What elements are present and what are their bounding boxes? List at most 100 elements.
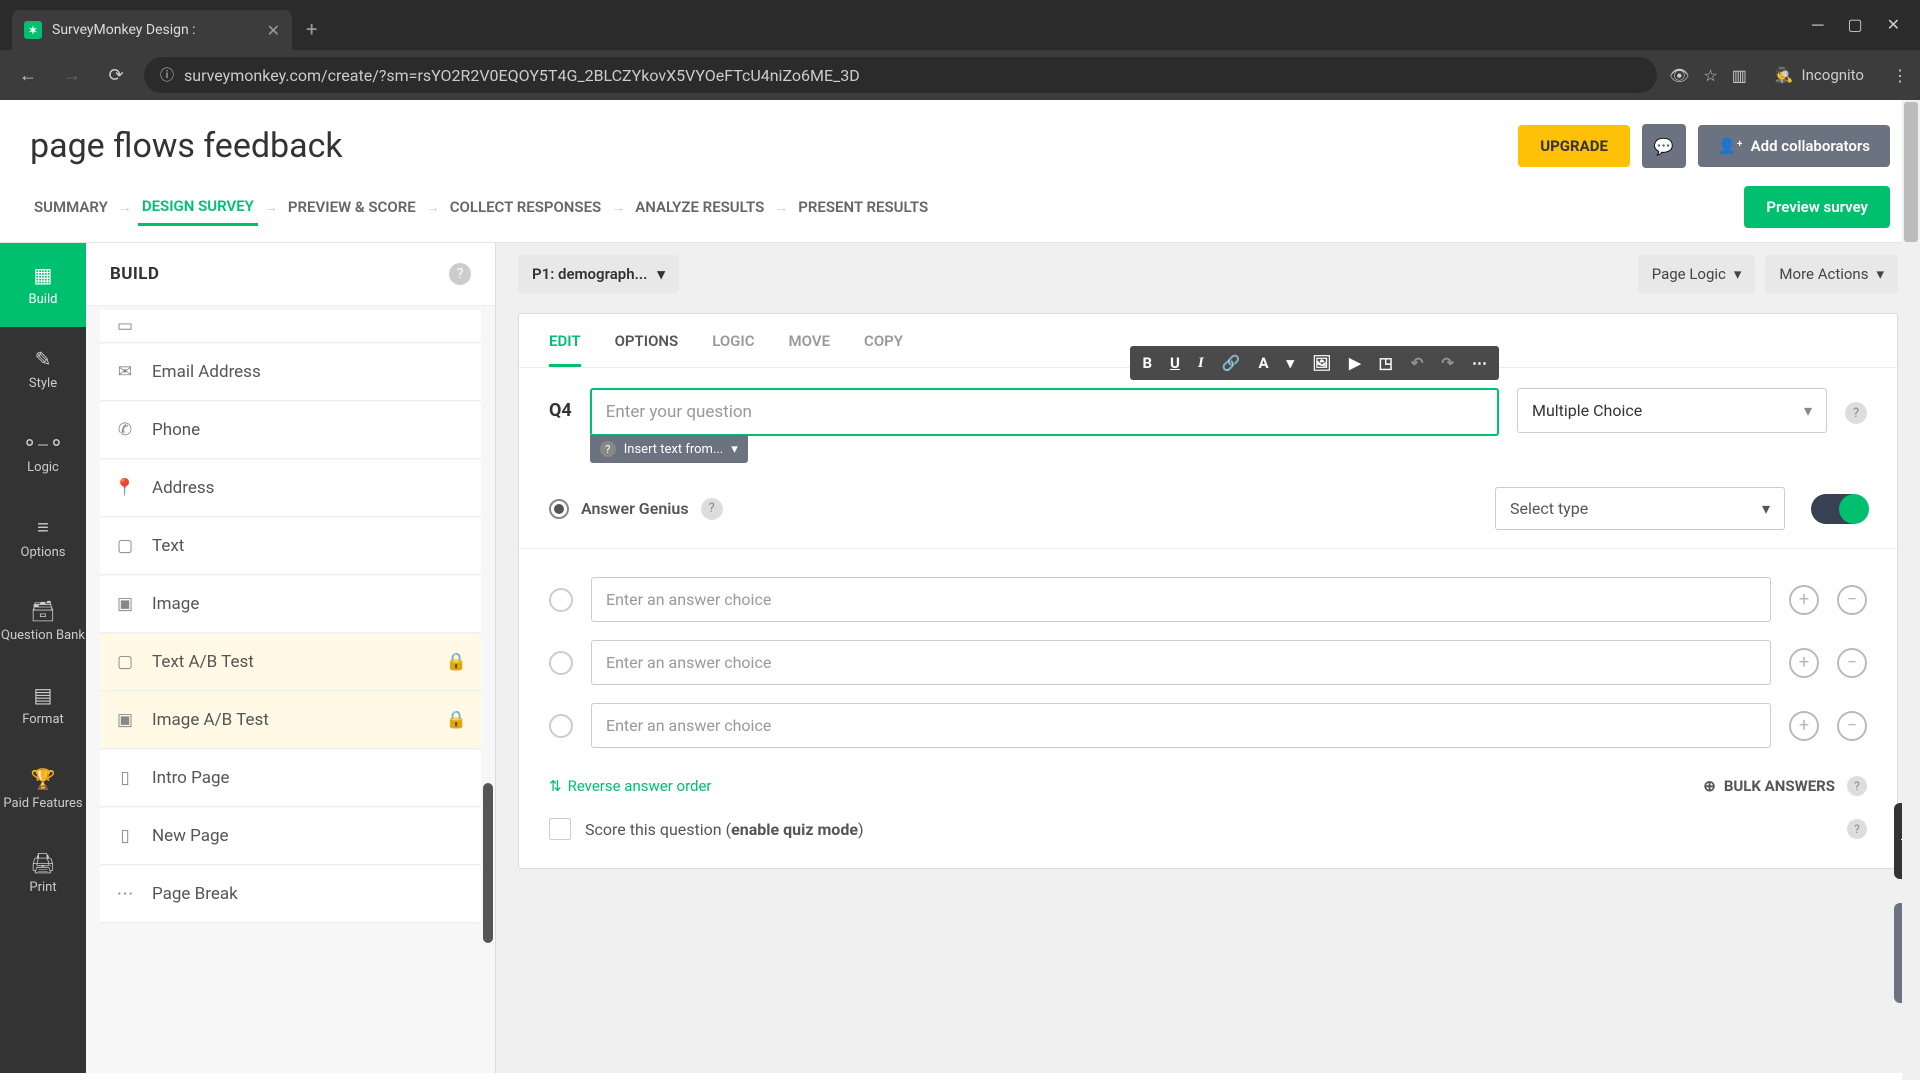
add-answer-button[interactable]: + (1789, 711, 1819, 741)
reverse-answer-order-link[interactable]: ⇅ Reverse answer order (549, 777, 712, 795)
redo-icon[interactable]: ↷ (1437, 352, 1458, 374)
help-icon[interactable]: ? (1847, 819, 1867, 839)
rail-logic[interactable]: ⚬⎯⚬ Logic (0, 411, 86, 495)
tab-edit[interactable]: EDIT (549, 332, 581, 367)
help-icon[interactable]: ? (701, 498, 723, 520)
crumb-analyze-results[interactable]: ANALYZE RESULTS (631, 190, 768, 224)
help-icon[interactable]: ? (1847, 776, 1867, 796)
question-text-input[interactable]: Enter your question (590, 388, 1499, 436)
build-item-page-break[interactable]: ⋯ Page Break (100, 866, 481, 923)
rail-format[interactable]: ▤ Format (0, 663, 86, 747)
browser-menu-icon[interactable]: ⋮ (1892, 66, 1908, 85)
answer-input[interactable]: Enter an answer choice (591, 577, 1771, 622)
crumb-preview-score[interactable]: PREVIEW & SCORE (284, 190, 420, 224)
reload-button[interactable]: ⟳ (100, 59, 132, 91)
rail-paid-features[interactable]: 🏆 Paid Features (0, 747, 86, 831)
more-actions-dropdown[interactable]: More Actions ▾ (1765, 255, 1898, 293)
tab-close-icon[interactable]: ✕ (267, 21, 280, 40)
page-scrollbar[interactable] (1902, 100, 1920, 1080)
build-item-intro-page[interactable]: ▯ Intro Page (100, 750, 481, 807)
answer-genius-radio[interactable] (549, 499, 569, 519)
rail-question-bank[interactable]: 🗃 Question Bank (0, 579, 86, 663)
panel-scrollbar-thumb[interactable] (483, 783, 493, 943)
browser-tab[interactable]: ✶ SurveyMonkey Design : ✕ (12, 10, 292, 50)
page-scroll-thumb[interactable] (1904, 102, 1918, 242)
minimize-icon[interactable]: ─ (1812, 15, 1823, 35)
score-checkbox[interactable] (549, 818, 571, 840)
build-item-email[interactable]: ✉ Email Address (100, 344, 481, 401)
lock-icon: 🔒 (446, 710, 467, 730)
incognito-badge[interactable]: 🕵 Incognito (1761, 60, 1878, 90)
embed-icon[interactable]: ◳ (1375, 352, 1397, 374)
more-icon[interactable]: ⋯ (1468, 352, 1491, 374)
font-icon[interactable]: A (1254, 352, 1272, 374)
answers-footer: ⇅ Reverse answer order ⊕ BULK ANSWERS ? (549, 766, 1867, 796)
plus-circle-icon: ⊕ (1703, 777, 1716, 795)
bulk-answers-button[interactable]: ⊕ BULK ANSWERS (1703, 777, 1835, 795)
build-item-phone[interactable]: ✆ Phone (100, 402, 481, 459)
remove-answer-button[interactable]: − (1837, 711, 1867, 741)
chevron-down-icon: ▾ (1734, 265, 1742, 283)
crumb-present-results[interactable]: PRESENT RESULTS (794, 190, 932, 224)
crumb-collect-responses[interactable]: COLLECT RESPONSES (446, 190, 606, 224)
italic-icon[interactable]: I (1194, 353, 1208, 374)
chat-button[interactable]: 💬 (1642, 124, 1686, 168)
preview-survey-button[interactable]: Preview survey (1744, 186, 1890, 228)
browser-tab-strip: ✶ SurveyMonkey Design : ✕ + ─ ▢ ✕ (0, 0, 1920, 50)
eye-off-icon[interactable]: 👁 (1669, 66, 1689, 85)
link-icon[interactable]: 🔗 (1218, 352, 1245, 374)
help-icon[interactable]: ? (1845, 402, 1867, 424)
survey-title[interactable]: page flows feedback (30, 126, 343, 166)
crumb-design-survey[interactable]: DESIGN SURVEY (138, 189, 258, 226)
question-type-select[interactable]: Multiple Choice ▾ (1517, 388, 1827, 433)
maximize-icon[interactable]: ▢ (1847, 15, 1862, 35)
answer-input[interactable]: Enter an answer choice (591, 703, 1771, 748)
rail-build[interactable]: ▦ Build (0, 243, 86, 327)
pin-icon: 📍 (114, 478, 136, 498)
tab-copy[interactable]: COPY (864, 332, 903, 367)
tab-logic[interactable]: LOGIC (712, 332, 754, 367)
bold-icon[interactable]: B (1138, 352, 1156, 374)
close-window-icon[interactable]: ✕ (1887, 15, 1900, 35)
build-item-text-ab-test[interactable]: ▢ Text A/B Test 🔒 (100, 634, 481, 691)
url-input[interactable]: ⓘ surveymonkey.com/create/?sm=rsYO2R2V0E… (144, 57, 1657, 93)
rail-style[interactable]: ✎ Style (0, 327, 86, 411)
build-item-partial[interactable]: ▭ (100, 310, 481, 343)
page-logic-dropdown[interactable]: Page Logic ▾ (1638, 255, 1756, 293)
add-answer-button[interactable]: + (1789, 585, 1819, 615)
build-item-new-page[interactable]: ▯ New Page (100, 808, 481, 865)
add-answer-button[interactable]: + (1789, 648, 1819, 678)
incognito-icon: 🕵 (1775, 66, 1794, 84)
page-selector[interactable]: P1: demograph... ▾ (518, 255, 679, 293)
image-icon[interactable]: 🖼 (1308, 352, 1335, 374)
bookmark-star-icon[interactable]: ☆ (1703, 66, 1717, 85)
build-item-image-ab-test[interactable]: ▣ Image A/B Test 🔒 (100, 692, 481, 749)
crumb-summary[interactable]: SUMMARY (30, 190, 112, 224)
upgrade-button[interactable]: UPGRADE (1518, 125, 1630, 167)
forward-button[interactable]: → (56, 59, 88, 91)
new-tab-button[interactable]: + (306, 17, 317, 41)
answer-genius-toggle[interactable] (1811, 494, 1867, 524)
genius-type-select[interactable]: Select type ▾ (1495, 487, 1785, 530)
add-collaborators-button[interactable]: 👤⁺ Add collaborators (1698, 125, 1890, 167)
field-icon: ▭ (114, 316, 136, 336)
build-item-text[interactable]: ▢ Text (100, 518, 481, 575)
remove-answer-button[interactable]: − (1837, 648, 1867, 678)
build-item-image[interactable]: ▣ Image (100, 576, 481, 633)
rail-print[interactable]: 🖨 Print (0, 831, 86, 915)
rail-options[interactable]: ≡ Options (0, 495, 86, 579)
insert-text-from-dropdown[interactable]: ? Insert text from... ▾ (590, 435, 748, 463)
build-item-address[interactable]: 📍 Address (100, 460, 481, 517)
back-button[interactable]: ← (12, 59, 44, 91)
underline-icon[interactable]: U (1166, 352, 1184, 374)
site-info-icon[interactable]: ⓘ (160, 65, 174, 85)
chevron-down-icon[interactable]: ▾ (1283, 352, 1299, 374)
video-icon[interactable]: ▶ (1345, 352, 1365, 374)
help-icon[interactable]: ? (449, 263, 471, 285)
remove-answer-button[interactable]: − (1837, 585, 1867, 615)
panel-icon[interactable]: ▥ (1732, 66, 1747, 85)
answer-input[interactable]: Enter an answer choice (591, 640, 1771, 685)
tab-move[interactable]: MOVE (789, 332, 831, 367)
tab-options[interactable]: OPTIONS (615, 332, 679, 367)
undo-icon[interactable]: ↶ (1407, 352, 1428, 374)
